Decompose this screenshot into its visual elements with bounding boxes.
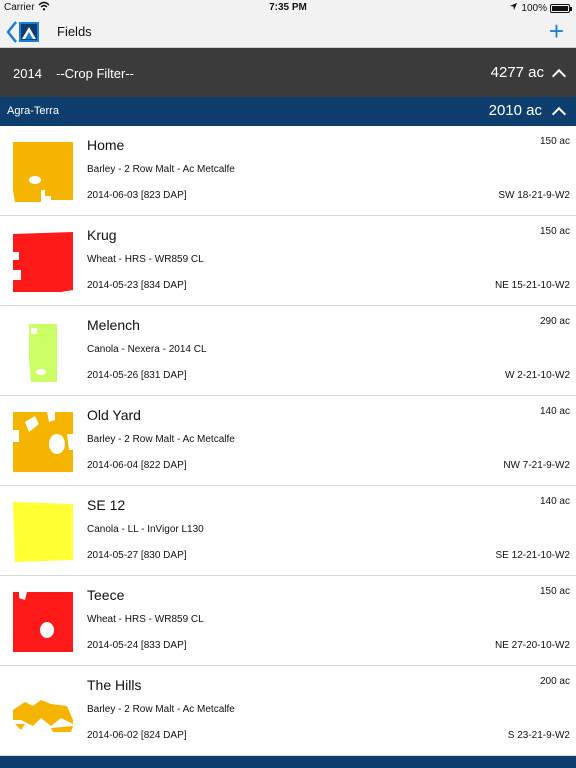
status-time: 7:35 PM <box>269 2 307 13</box>
field-shape-icon <box>13 700 73 732</box>
year-selector[interactable]: 2014 <box>13 66 42 81</box>
field-acres: 140 ac <box>539 496 570 507</box>
filter-bar: 2014 --Crop Filter-- 4277 ac <box>0 48 576 97</box>
field-acres: 150 ac <box>539 586 570 597</box>
field-shape <box>13 502 73 562</box>
field-acres: 290 ac <box>539 316 570 327</box>
field-row[interactable]: Home Barley - 2 Row Malt - Ac Metcalfe 2… <box>0 126 576 216</box>
field-shape <box>13 232 73 292</box>
field-shape-icon <box>13 412 73 472</box>
field-name: The Hills <box>87 677 142 693</box>
field-seed-date: 2014-05-24 [833 DAP] <box>87 640 187 651</box>
field-row[interactable]: Krug Wheat - HRS - WR859 CL 2014-05-23 [… <box>0 216 576 306</box>
field-acres: 140 ac <box>539 406 570 417</box>
field-seed-date: 2014-06-02 [824 DAP] <box>87 730 187 741</box>
field-shape <box>13 592 73 652</box>
field-legal-location: W 2-21-10-W2 <box>504 370 570 381</box>
field-acres: 150 ac <box>539 226 570 237</box>
field-name: Krug <box>87 227 117 243</box>
field-crop: Wheat - HRS - WR859 CL <box>87 614 204 625</box>
field-seed-date: 2014-06-04 [822 DAP] <box>87 460 187 471</box>
battery-icon <box>550 3 572 13</box>
back-button[interactable] <box>6 19 42 45</box>
field-legal-location: S 23-21-9-W2 <box>507 730 570 741</box>
field-seed-date: 2014-05-23 [834 DAP] <box>87 280 187 291</box>
field-crop: Canola - LL - InVigor L130 <box>87 524 204 535</box>
field-legal-location: NW 7-21-9-W2 <box>503 460 570 471</box>
location-arrow-icon <box>509 2 518 14</box>
field-legal-location: SE 12-21-10-W2 <box>495 550 570 561</box>
field-crop: Barley - 2 Row Malt - Ac Metcalfe <box>87 164 235 175</box>
field-shape-icon <box>13 592 73 652</box>
field-seed-date: 2014-05-27 [830 DAP] <box>87 550 187 561</box>
group-header[interactable]: Agra-Terra 2010 ac <box>0 97 576 126</box>
field-list: Home Barley - 2 Row Malt - Ac Metcalfe 2… <box>0 126 576 756</box>
next-group-header[interactable] <box>0 756 576 768</box>
field-shape-icon <box>13 142 73 202</box>
field-crop: Barley - 2 Row Malt - Ac Metcalfe <box>87 704 235 715</box>
navigation-bar: Fields + <box>0 16 576 48</box>
field-seed-date: 2014-06-03 [823 DAP] <box>87 190 187 201</box>
field-shape <box>13 700 73 726</box>
field-row[interactable]: Melench Canola - Nexera - 2014 CL 2014-0… <box>0 306 576 396</box>
field-shape-icon <box>13 232 73 292</box>
group-total-acres: 2010 ac <box>488 102 542 119</box>
field-row[interactable]: Old Yard Barley - 2 Row Malt - Ac Metcal… <box>0 396 576 486</box>
field-name: Melench <box>87 317 140 333</box>
add-field-button[interactable]: + <box>549 18 564 44</box>
group-name: Agra-Terra <box>7 105 59 117</box>
field-crop: Wheat - HRS - WR859 CL <box>87 254 204 265</box>
status-right: 100% <box>509 2 572 14</box>
field-name: Teece <box>87 587 125 603</box>
crop-filter[interactable]: --Crop Filter-- <box>56 66 134 81</box>
field-shape-icon <box>29 324 57 382</box>
field-acres: 200 ac <box>539 676 570 687</box>
field-legal-location: NE 15-21-10-W2 <box>494 280 570 291</box>
field-row[interactable]: The Hills Barley - 2 Row Malt - Ac Metca… <box>0 666 576 756</box>
field-crop: Canola - Nexera - 2014 CL <box>87 344 207 355</box>
field-crop: Barley - 2 Row Malt - Ac Metcalfe <box>87 434 235 445</box>
field-name: Old Yard <box>87 407 141 423</box>
total-acres: 4277 ac <box>490 64 544 81</box>
field-name: Home <box>87 137 125 153</box>
field-row[interactable]: Teece Wheat - HRS - WR859 CL 2014-05-24 … <box>0 576 576 666</box>
field-shape-icon <box>13 502 73 562</box>
collapse-group-chevron-icon[interactable] <box>551 106 567 122</box>
collapse-filter-chevron-icon[interactable] <box>551 68 567 84</box>
field-row[interactable]: SE 12 Canola - LL - InVigor L130 2014-05… <box>0 486 576 576</box>
field-legal-location: NE 27-20-10-W2 <box>494 640 570 651</box>
field-acres: 150 ac <box>539 136 570 147</box>
field-name: SE 12 <box>87 497 126 513</box>
app-logo-icon <box>6 21 39 43</box>
status-bar: Carrier 7:35 PM 100% <box>0 0 576 16</box>
field-seed-date: 2014-05-26 [831 DAP] <box>87 370 187 381</box>
field-legal-location: SW 18-21-9-W2 <box>498 190 570 201</box>
page-title: Fields <box>57 24 92 39</box>
battery-percent: 100% <box>521 2 547 14</box>
